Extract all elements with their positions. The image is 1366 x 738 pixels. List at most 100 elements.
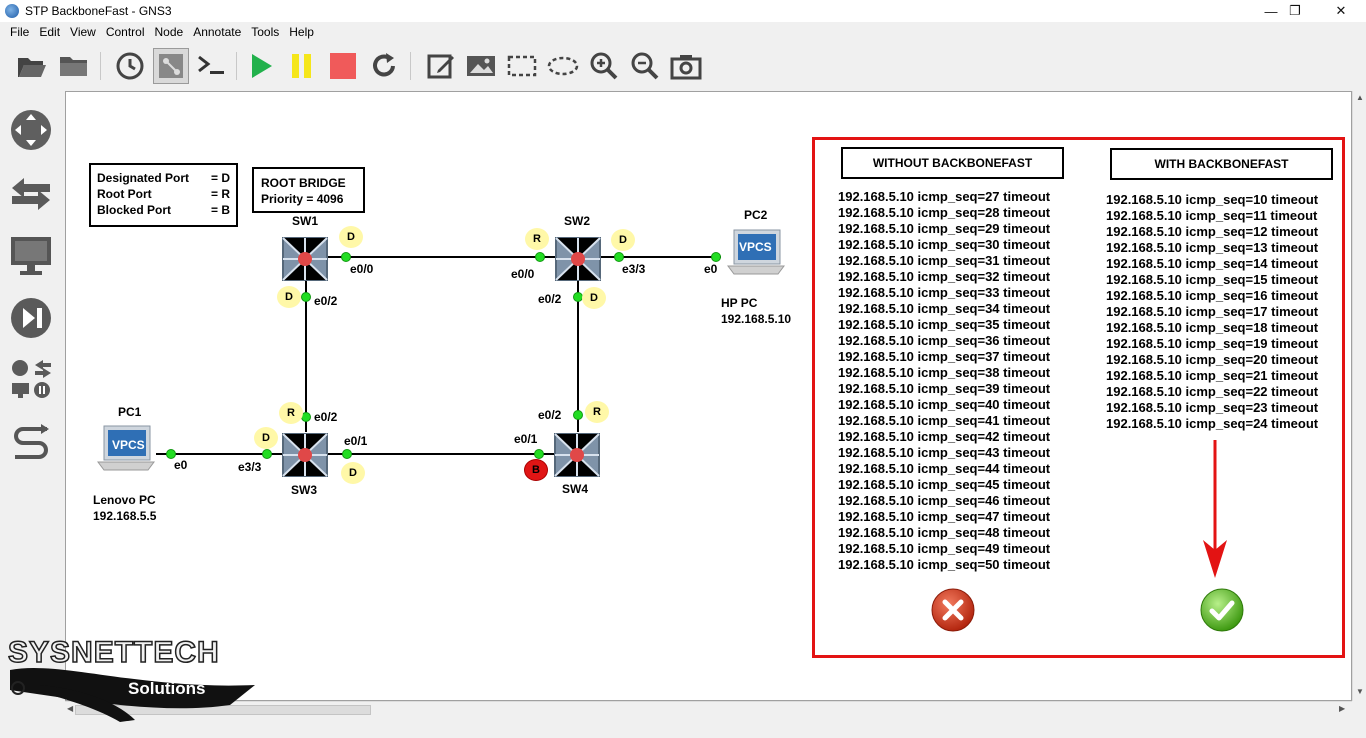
sw4-label: SW4 bbox=[562, 482, 589, 496]
ping-timeout-line: 192.168.5.10 icmp_seq=34 timeout bbox=[838, 301, 1051, 316]
switch-sw3[interactable] bbox=[281, 432, 329, 478]
ping-timeout-line: 192.168.5.10 icmp_seq=20 timeout bbox=[1106, 352, 1319, 367]
menu-file[interactable]: File bbox=[5, 25, 34, 39]
switch-sw1[interactable] bbox=[281, 236, 329, 282]
without-backbonefast-heading: WITHOUT BACKBONEFAST bbox=[841, 147, 1064, 179]
sw1-port-e02: e0/2 bbox=[314, 294, 338, 308]
toolbar-separator bbox=[410, 52, 411, 80]
browse-switches-button[interactable] bbox=[8, 171, 54, 217]
menu-bar: File Edit View Control Node Annotate Too… bbox=[0, 22, 1366, 42]
show-interface-labels-button[interactable] bbox=[153, 48, 189, 84]
pc2-vpcs-label: VPCS bbox=[739, 240, 772, 254]
pc2-description: HP PC bbox=[721, 296, 758, 310]
port-dot bbox=[262, 449, 272, 459]
ping-timeout-line: 192.168.5.10 icmp_seq=44 timeout bbox=[838, 461, 1051, 476]
sw2-port-e00: e0/0 bbox=[511, 267, 535, 281]
scroll-up-icon[interactable]: ▲ bbox=[1356, 93, 1364, 102]
sw2-label: SW2 bbox=[564, 214, 591, 228]
sw3-port-e02: e0/2 bbox=[314, 410, 338, 424]
pc2-vpcs[interactable]: VPCS bbox=[726, 226, 786, 286]
router-icon bbox=[11, 110, 51, 150]
pc1-port-e0: e0 bbox=[174, 458, 188, 472]
ellipse-icon bbox=[547, 56, 579, 76]
device-panel bbox=[0, 90, 62, 710]
pc1-vpcs[interactable]: VPCS bbox=[96, 422, 156, 482]
zoom-out-button[interactable] bbox=[627, 48, 663, 84]
port-legend: Designated Port = D Root Port = R Blocked … bbox=[89, 163, 238, 227]
scroll-down-icon[interactable]: ▼ bbox=[1356, 687, 1364, 696]
ping-timeout-line: 192.168.5.10 icmp_seq=19 timeout bbox=[1106, 336, 1319, 351]
menu-annotate[interactable]: Annotate bbox=[188, 25, 246, 39]
ping-timeout-line: 192.168.5.10 icmp_seq=40 timeout bbox=[838, 397, 1051, 412]
toolbar-separator bbox=[236, 52, 237, 80]
start-all-button[interactable] bbox=[243, 48, 279, 84]
ping-timeout-line: 192.168.5.10 icmp_seq=15 timeout bbox=[1106, 272, 1319, 287]
draw-rectangle-button[interactable] bbox=[504, 48, 540, 84]
legend-blocked-label: Blocked Port bbox=[97, 203, 172, 217]
close-button[interactable]: ✕ bbox=[1318, 0, 1364, 22]
switch-sw2[interactable] bbox=[554, 236, 602, 282]
ping-timeout-line: 192.168.5.10 icmp_seq=32 timeout bbox=[838, 269, 1051, 284]
browse-end-devices-button[interactable] bbox=[8, 233, 54, 279]
gns3-app-icon bbox=[5, 4, 19, 18]
sw3-label: SW3 bbox=[291, 483, 318, 497]
menu-control[interactable]: Control bbox=[101, 25, 150, 39]
menu-view[interactable]: View bbox=[65, 25, 101, 39]
menu-help[interactable]: Help bbox=[284, 25, 319, 39]
ping-timeout-line: 192.168.5.10 icmp_seq=27 timeout bbox=[838, 189, 1051, 204]
sw2-port-e02: e0/2 bbox=[538, 292, 562, 306]
insert-picture-button[interactable] bbox=[463, 48, 499, 84]
toolbar-separator bbox=[100, 52, 101, 80]
ping-timeout-line: 192.168.5.10 icmp_seq=28 timeout bbox=[838, 205, 1051, 220]
reload-all-button[interactable] bbox=[366, 48, 402, 84]
sw1-e00-designated-badge: D bbox=[339, 226, 363, 248]
add-note-button[interactable] bbox=[423, 48, 459, 84]
snapshot-button[interactable] bbox=[112, 48, 148, 84]
browse-security-devices-button[interactable] bbox=[8, 295, 54, 341]
with-backbonefast-heading: WITH BACKBONEFAST bbox=[1110, 148, 1333, 180]
pc2-ip: 192.168.5.10 bbox=[721, 312, 792, 326]
pc1-description: Lenovo PC bbox=[93, 493, 156, 507]
ping-timeout-line: 192.168.5.10 icmp_seq=21 timeout bbox=[1106, 368, 1319, 383]
sysnettech-watermark: SYSNETTECH Solutions bbox=[0, 630, 320, 730]
without-backbonefast-log: 192.168.5.10 icmp_seq=27 timeout 192.168.… bbox=[838, 189, 1050, 573]
stop-all-button[interactable] bbox=[325, 48, 361, 84]
ping-timeout-line: 192.168.5.10 icmp_seq=33 timeout bbox=[838, 285, 1051, 300]
clock-icon bbox=[116, 52, 144, 80]
new-project-button[interactable] bbox=[14, 48, 50, 84]
pc1-label: PC1 bbox=[118, 405, 142, 419]
switch-sw4[interactable] bbox=[553, 432, 601, 478]
draw-ellipse-button[interactable] bbox=[545, 48, 581, 84]
sw4-e02-root-badge: R bbox=[585, 401, 609, 423]
edit-note-icon bbox=[427, 54, 454, 79]
menu-node[interactable]: Node bbox=[150, 25, 189, 39]
with-backbonefast-log: 192.168.5.10 icmp_seq=10 timeout 192.168.… bbox=[1106, 192, 1318, 432]
legend-blocked-value: = B bbox=[210, 203, 230, 217]
browse-routers-button[interactable] bbox=[8, 107, 54, 153]
sw2-e02-designated-badge: D bbox=[582, 287, 606, 309]
ping-results-panel: WITHOUT BACKBONEFAST WITH BACKBONEFAST 1… bbox=[812, 137, 1345, 658]
open-project-button[interactable] bbox=[56, 48, 92, 84]
toolbar bbox=[0, 44, 1366, 88]
gns3-window: STP BackboneFast - GNS3 — ❐ ✕ File Edit … bbox=[0, 0, 1366, 738]
suspend-all-button[interactable] bbox=[284, 48, 320, 84]
zoom-in-button[interactable] bbox=[586, 48, 622, 84]
topology-canvas[interactable]: Designated Port = D Root Port = R Blocked … bbox=[65, 91, 1352, 701]
browse-all-devices-button[interactable] bbox=[8, 356, 54, 402]
menu-tools[interactable]: Tools bbox=[246, 25, 284, 39]
menu-edit[interactable]: Edit bbox=[34, 25, 65, 39]
sw3-e33-designated-badge: D bbox=[254, 427, 278, 449]
all-devices-icon bbox=[12, 360, 51, 398]
zoom-out-icon bbox=[631, 52, 659, 80]
maximize-button[interactable]: ❐ bbox=[1272, 0, 1318, 22]
console-all-button[interactable] bbox=[194, 48, 230, 84]
monitor-icon bbox=[11, 237, 51, 275]
vertical-scrollbar[interactable]: ▲ ▼ bbox=[1352, 91, 1366, 701]
ping-timeout-line: 192.168.5.10 icmp_seq=47 timeout bbox=[838, 509, 1051, 524]
ping-timeout-line: 192.168.5.10 icmp_seq=35 timeout bbox=[838, 317, 1051, 332]
watermark-brand: SYSNETTECH bbox=[7, 635, 220, 670]
add-link-button[interactable] bbox=[8, 420, 54, 466]
scroll-right-icon[interactable]: ▶ bbox=[1339, 704, 1345, 713]
link-sw3-sw4[interactable] bbox=[324, 453, 562, 455]
screenshot-button[interactable] bbox=[668, 48, 704, 84]
